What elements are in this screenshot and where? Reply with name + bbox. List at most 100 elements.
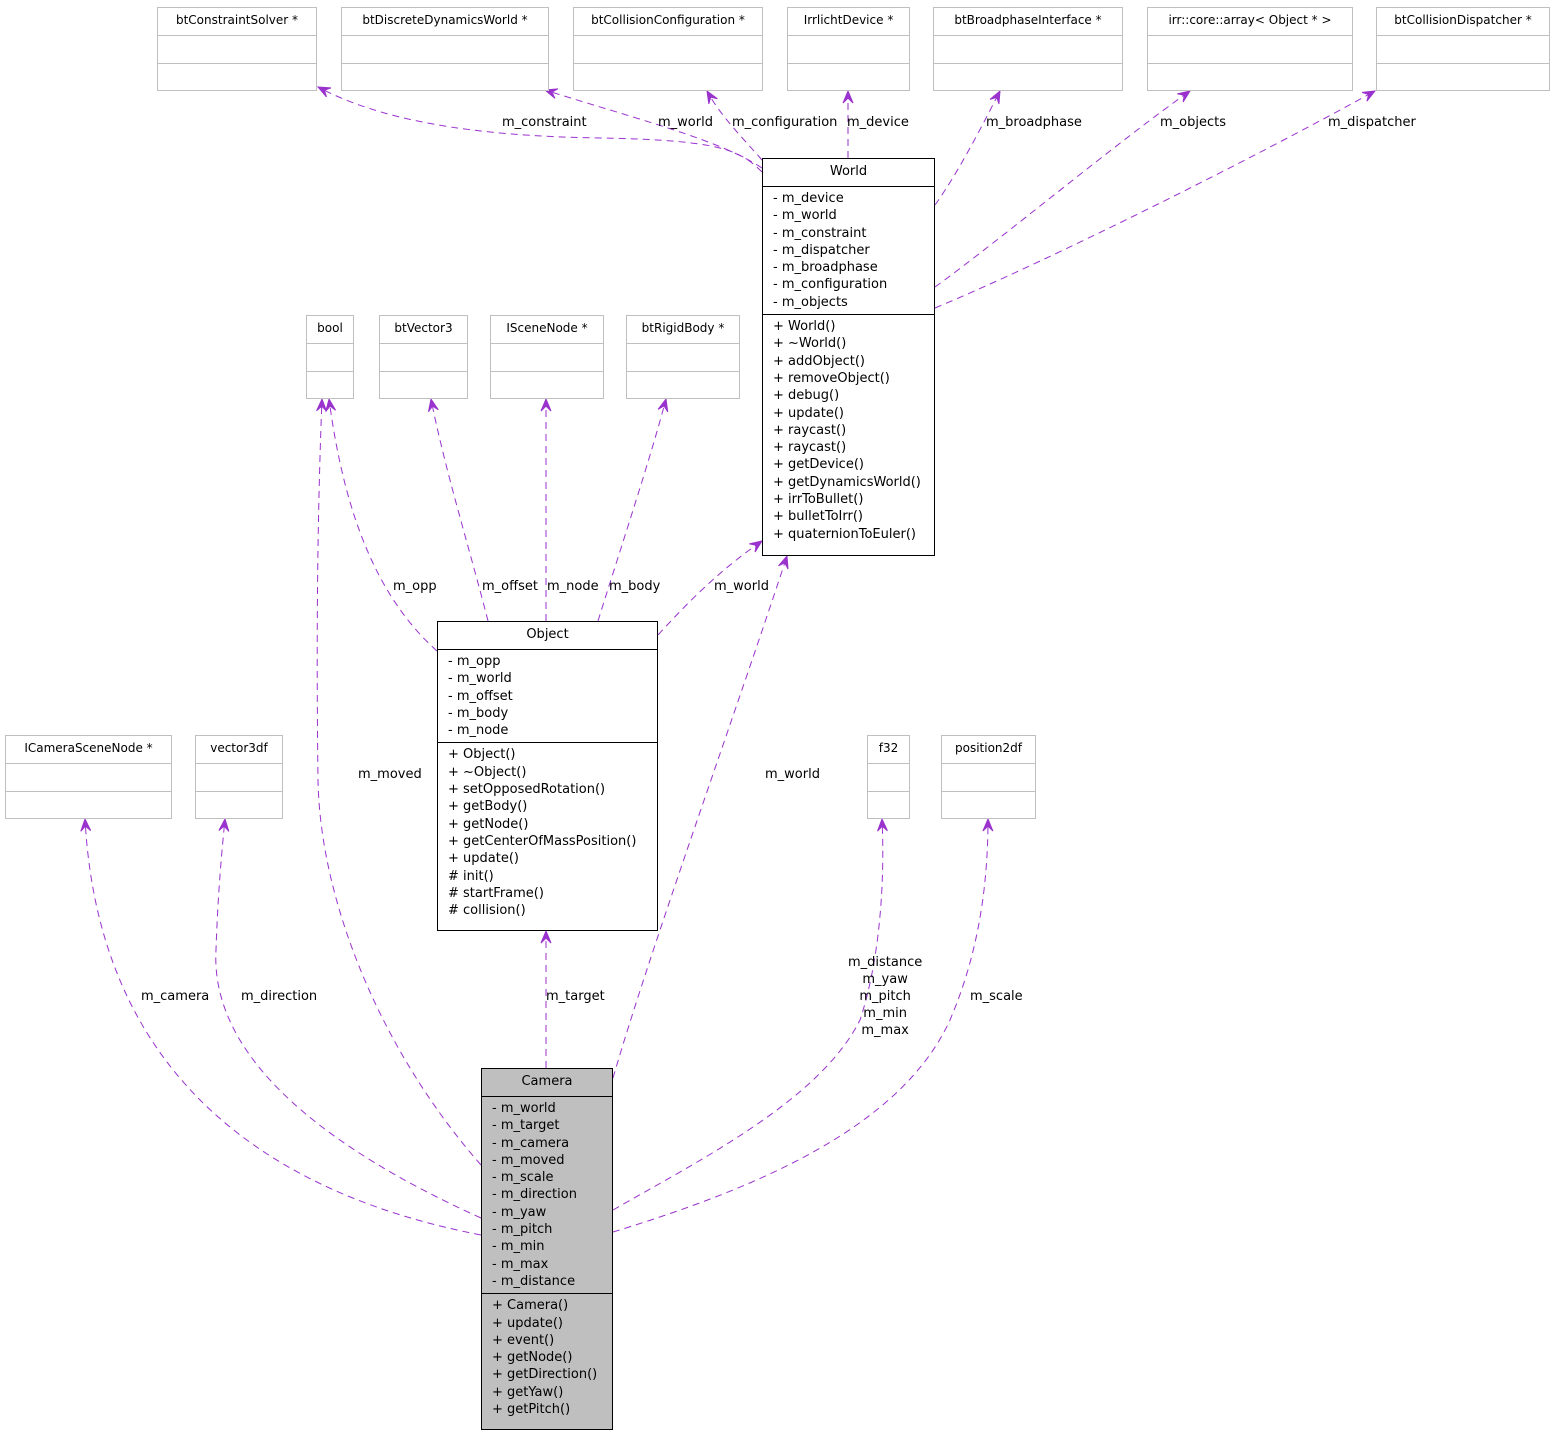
edge-label-m-node: m_node [547,579,599,594]
node-IrrlichtDevice[interactable]: IrrlichtDevice * [787,7,910,91]
node-attributes [307,344,353,372]
member-method: + update() [773,405,844,421]
edge-m-offset [430,398,489,622]
node-title: btBroadphaseInterface * [934,8,1122,36]
node-attributes [627,344,739,372]
node-btVector3[interactable]: btVector3 [379,315,468,399]
arrow-head-icon [540,397,552,412]
member-attribute: - m_world [448,671,512,687]
node-btDiscreteDynamicsWorld[interactable]: btDiscreteDynamicsWorld * [341,7,549,91]
node-World[interactable]: World - m_device - m_world - m_constraint -… [762,158,935,556]
node-ICameraSceneNode[interactable]: ICameraSceneNode * [5,735,172,819]
member-attribute: - m_objects [773,294,848,310]
member-method: + raycast() [773,440,847,456]
arrow-head-icon [1361,90,1377,102]
node-methods [627,372,739,399]
node-title: ISceneNode * [491,316,603,344]
node-position2df[interactable]: position2df [941,735,1036,819]
member-method: + getDirection() [492,1367,598,1383]
member-method: + ~World() [773,336,847,352]
node-methods [380,372,467,399]
member-attribute: - m_distance [492,1273,576,1289]
member-method: # collision() [448,903,526,919]
member-attribute: - m_max [492,1256,549,1272]
member-method: + debug() [773,388,840,404]
member-attribute: - m_direction [492,1187,577,1203]
node-title: IrrlichtDevice * [788,8,909,36]
node-title: ICameraSceneNode * [6,736,171,764]
member-attribute: - m_opp [448,654,501,669]
node-btCollisionConfiguration[interactable]: btCollisionConfiguration * [573,7,763,91]
node-attributes [934,36,1122,64]
member-method: + bulletToIrr() [773,509,863,525]
member-attribute: - m_body [448,705,509,721]
node-title: btConstraintSolver * [158,8,316,36]
node-attributes [788,36,909,64]
node-attributes [942,764,1035,792]
node-methods [1377,64,1549,91]
member-method: + getBody() [448,799,528,815]
node-title: btDiscreteDynamicsWorld * [342,8,548,36]
node-methods [1148,64,1352,91]
member-method: # startFrame() [448,885,544,901]
member-method: + addObject() [773,353,865,369]
node-bool[interactable]: bool [306,315,354,399]
node-attributes [1377,36,1549,64]
node-vector3df[interactable]: vector3df [195,735,283,819]
member-attribute: - m_world [773,208,837,224]
member-attribute: - m_broadphase [773,260,878,276]
node-Camera[interactable]: Camera - m_world - m_target - m_camera - m_… [481,1068,613,1430]
member-method: + Camera() [492,1298,569,1314]
member-method: + update() [492,1315,563,1331]
node-methods [788,64,909,91]
node-title: vector3df [196,736,282,764]
node-methods [342,64,548,91]
member-attribute: - m_min [492,1239,545,1255]
member-method: + getDynamicsWorld() [773,474,921,490]
arrow-head-icon [706,89,718,105]
node-attributes [342,36,548,64]
member-method: + getNode() [448,816,529,832]
member-attribute: - m_camera [492,1135,570,1151]
node-methods [574,64,762,91]
arrow-head-icon [316,86,332,98]
node-btBroadphaseInterface[interactable]: btBroadphaseInterface * [933,7,1123,91]
edge-m-broadphase [934,90,1001,206]
arrow-head-icon [778,554,789,570]
edge-label-m-dispatcher: m_dispatcher [1328,115,1416,130]
node-methods [491,372,603,399]
edge-m-opp [328,398,438,652]
node-attributes [380,344,467,372]
member-method: + ~Object() [448,764,527,780]
node-btConstraintSolver[interactable]: btConstraintSolver * [157,7,317,91]
member-attribute: - m_world [492,1101,556,1116]
node-Object[interactable]: Object - m_opp - m_world - m_offset - m_bod… [437,621,658,931]
node-btCollisionDispatcher[interactable]: btCollisionDispatcher * [1376,7,1550,91]
node-attributes [158,36,316,64]
edge-label-m-world-camera: m_world [765,767,820,782]
member-method: + raycast() [773,422,847,438]
node-title: Object [438,622,657,650]
node-title: bool [307,316,353,344]
node-btRigidBody[interactable]: btRigidBody * [626,315,740,399]
member-method: + getDevice() [773,457,864,473]
node-f32[interactable]: f32 [867,735,910,819]
node-title: irr::core::array< Object * > [1148,8,1352,36]
arrow-head-icon [1177,90,1192,103]
node-title: btCollisionDispatcher * [1377,8,1549,36]
arrow-head-icon [842,89,854,104]
member-attribute: - m_node [448,723,509,739]
member-method: + getNode() [492,1350,573,1366]
member-method: + getPitch() [492,1402,571,1418]
node-methods: + World() + ~World() + addObject() + remove… [763,315,934,546]
node-attributes [1148,36,1352,64]
edge-label-m-device: m_device [847,115,909,130]
node-ISceneNode[interactable]: ISceneNode * [490,315,604,399]
node-irr-core-array[interactable]: irr::core::array< Object * > [1147,7,1353,91]
node-attributes [196,764,282,792]
member-method: + irrToBullet() [773,492,864,508]
edge-label-m-moved: m_moved [358,767,422,782]
node-methods: + Camera() + update() + event() + getNode()… [482,1294,612,1421]
node-title: position2df [942,736,1035,764]
member-attribute: - m_offset [448,688,513,704]
